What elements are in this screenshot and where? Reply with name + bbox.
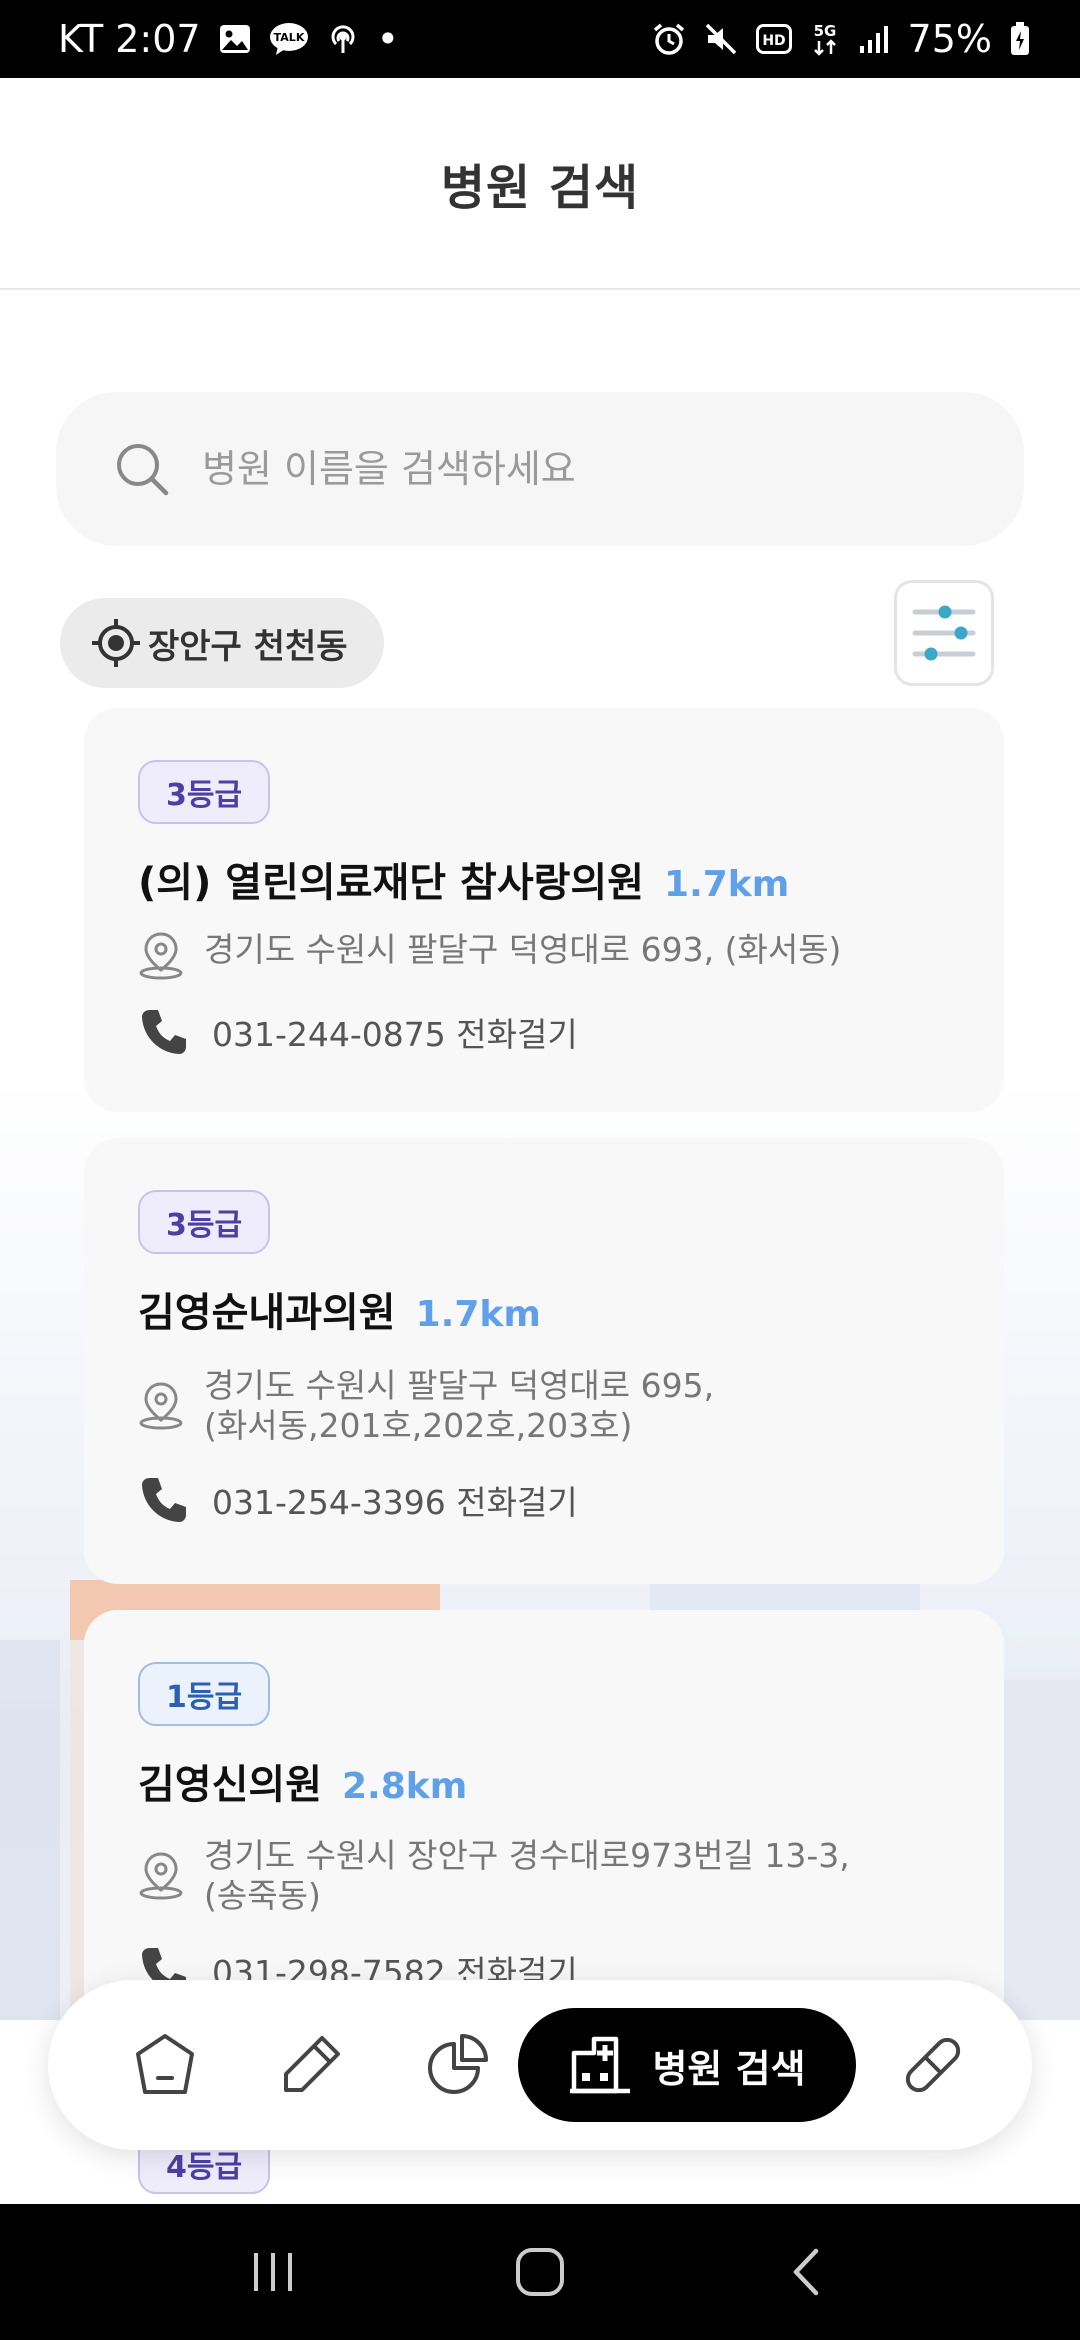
- hospital-title-row: (의) 열린의료재단 참사랑의원 1.7km: [138, 850, 789, 908]
- address-row: 경기도 수원시 팔달구 덕영대로 695, (화서동,201호,202호,203…: [138, 1366, 918, 1446]
- nav-medicine-button[interactable]: [878, 2010, 988, 2120]
- recent-apps-icon: [254, 2253, 293, 2291]
- system-nav-bar: [0, 2204, 1080, 2340]
- status-right: HD 5G 75%: [652, 17, 1030, 61]
- svg-text:5G: 5G: [813, 22, 836, 40]
- home-system-button[interactable]: [500, 2232, 580, 2312]
- nav-home-button[interactable]: [110, 2010, 220, 2120]
- location-chip[interactable]: 장안구 천천동: [60, 598, 384, 688]
- location-target-icon: [92, 619, 140, 667]
- phone-row[interactable]: 031-244-0875 전화걸기: [138, 1006, 578, 1058]
- nav-stats-button[interactable]: [402, 2010, 512, 2120]
- phone-icon: [142, 1010, 186, 1054]
- app-header: 병원 검색: [0, 78, 1080, 290]
- status-bar: KT 2:07 TALK • HD 5G 75%: [0, 0, 1080, 78]
- chart-icon: [428, 2034, 488, 2094]
- home-icon: [136, 2034, 194, 2094]
- hospital-name: 김영순내과의원: [138, 1290, 396, 1336]
- gallery-icon: [219, 24, 251, 54]
- bottom-nav: 병원 검색: [48, 1980, 1032, 2150]
- mute-icon: [704, 22, 738, 56]
- filter-button[interactable]: [894, 580, 994, 686]
- signal-icon: [858, 24, 890, 54]
- hospital-name: (의) 열린의료재단 참사랑의원: [138, 860, 645, 906]
- pen-icon: [284, 2036, 340, 2092]
- svg-text:HD: HD: [762, 33, 785, 49]
- location-pin-icon: [139, 1382, 183, 1430]
- search-bar[interactable]: [56, 392, 1024, 546]
- nav-active-label: 병원 검색: [652, 2046, 806, 2091]
- hospital-title-row: 김영순내과의원 1.7km: [138, 1280, 541, 1338]
- hospital-distance: 1.7km: [664, 864, 790, 905]
- status-dot: •: [376, 17, 400, 61]
- grade-badge: 3등급: [138, 1190, 271, 1254]
- hospital-card[interactable]: 3등급 김영순내과의원 1.7km 경기도 수원시 팔달구 덕영대로 695, …: [84, 1138, 1004, 1584]
- back-icon: [793, 2248, 818, 2296]
- nav-hospital-search-button[interactable]: 병원 검색: [518, 2008, 856, 2122]
- location-pin-icon: [139, 1852, 183, 1900]
- address-row: 경기도 수원시 장안구 경수대로973번길 13-3, (송죽동): [138, 1836, 918, 1916]
- hospital-phone[interactable]: 031-244-0875 전화걸기: [212, 1008, 578, 1056]
- recent-apps-button[interactable]: [233, 2232, 313, 2312]
- filter-sliders-icon: [912, 605, 976, 661]
- location-label: 장안구 천천동: [148, 626, 348, 667]
- location-pin-icon: [139, 932, 183, 980]
- background-building-left: [0, 1640, 60, 2020]
- hospital-distance: 2.8km: [342, 1766, 468, 1807]
- hospital-title-row: 김영신의원 2.8km: [138, 1752, 467, 1810]
- hospital-address: 경기도 수원시 장안구 경수대로973번길 13-3, (송죽동): [204, 1836, 850, 1915]
- svg-text:TALK: TALK: [273, 31, 304, 44]
- hospital-card[interactable]: 3등급 (의) 열린의료재단 참사랑의원 1.7km 경기도 수원시 팔달구 덕…: [84, 708, 1004, 1112]
- hospital-distance: 1.7km: [415, 1294, 541, 1335]
- system-home-icon: [515, 2248, 564, 2296]
- hospital-name: 김영신의원: [138, 1762, 322, 1808]
- hd-icon: HD: [755, 24, 792, 54]
- page-title: 병원 검색: [440, 160, 640, 216]
- hospital-icon: [570, 2036, 631, 2094]
- carrier-time: KT 2:07: [58, 17, 201, 61]
- battery-icon: [1010, 22, 1030, 56]
- hospital-address: 경기도 수원시 팔달구 덕영대로 695, (화서동,201호,202호,203…: [204, 1366, 715, 1445]
- nav-record-button[interactable]: [256, 2010, 366, 2120]
- status-left: KT 2:07 TALK •: [58, 17, 399, 61]
- hotspot-icon: [327, 23, 359, 55]
- pill-icon: [905, 2037, 961, 2093]
- phone-icon: [142, 1478, 186, 1522]
- address-row: 경기도 수원시 팔달구 덕영대로 693, (화서동): [138, 930, 918, 980]
- grade-badge: 3등급: [138, 760, 271, 824]
- talk-icon: TALK: [269, 22, 309, 56]
- search-input[interactable]: [202, 447, 962, 491]
- hospital-address: 경기도 수원시 팔달구 덕영대로 693, (화서동): [204, 930, 842, 969]
- search-icon: [117, 444, 169, 496]
- phone-row[interactable]: 031-254-3396 전화걸기: [138, 1474, 578, 1526]
- back-button[interactable]: [767, 2232, 847, 2312]
- hospital-card[interactable]: 1등급 김영신의원 2.8km 경기도 수원시 장안구 경수대로973번길 13…: [84, 1610, 1004, 2030]
- alarm-icon: [652, 22, 686, 56]
- battery-percent: 75%: [907, 17, 992, 61]
- 5g-icon: 5G: [810, 21, 840, 57]
- grade-badge: 1등급: [138, 1662, 271, 1726]
- hospital-phone[interactable]: 031-254-3396 전화걸기: [212, 1476, 578, 1524]
